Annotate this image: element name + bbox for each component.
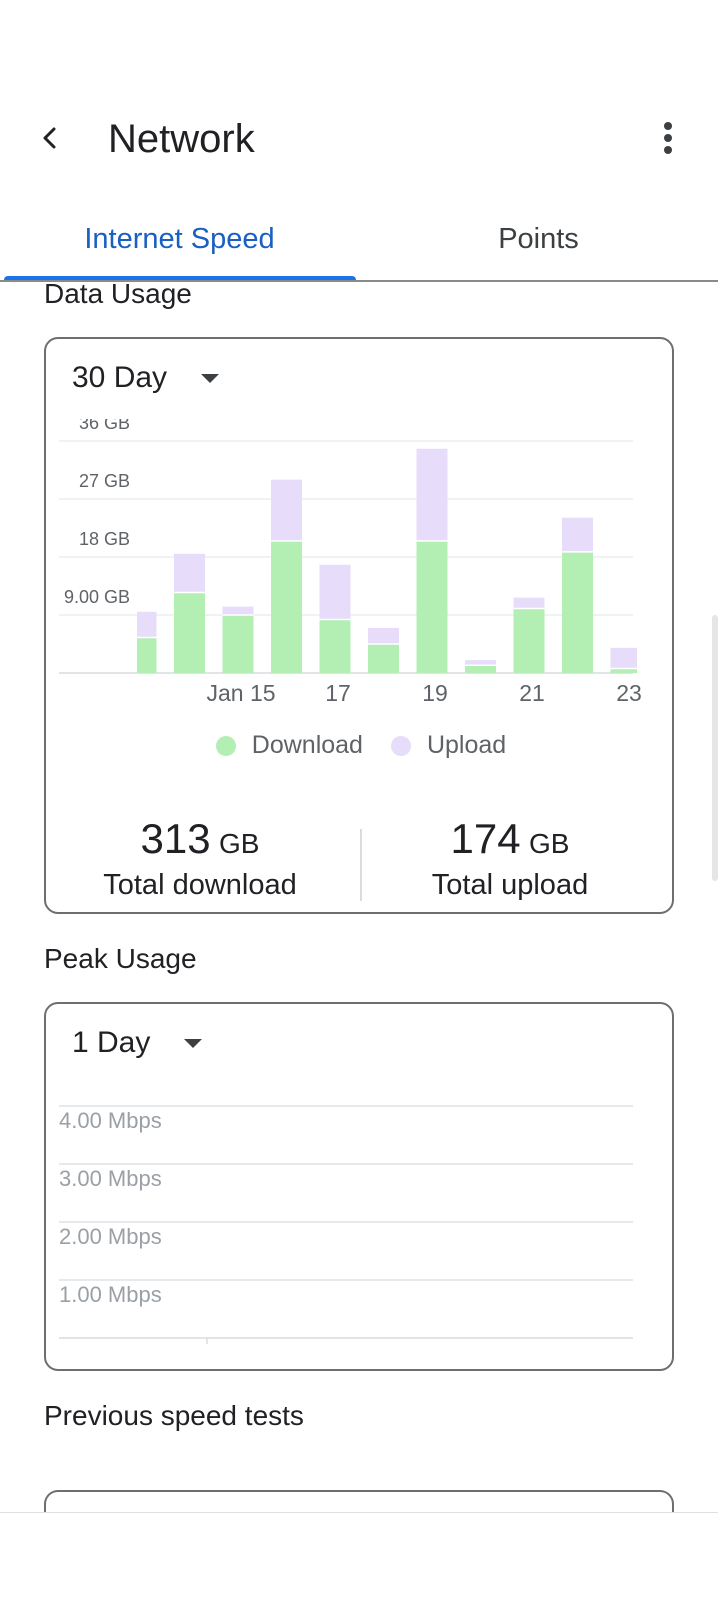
download-bar[interactable] xyxy=(271,540,302,673)
tab-internet-speed[interactable]: Internet Speed xyxy=(0,200,359,278)
download-legend-dot xyxy=(215,735,236,756)
upload-bar[interactable] xyxy=(319,564,351,620)
upload-bar[interactable] xyxy=(368,627,399,644)
dropdown-caret-icon xyxy=(201,373,220,383)
legend-item-download: Download xyxy=(215,731,363,760)
download-bar[interactable] xyxy=(174,592,205,673)
total-upload-caption: Total upload xyxy=(431,869,589,901)
upload-bar[interactable] xyxy=(126,611,157,638)
previous-tests-title: Previous speed tests xyxy=(44,1400,304,1431)
total-upload-unit: GB xyxy=(529,828,570,859)
total-download: 313 GB Total download xyxy=(50,815,350,902)
network-screen: Network Internet Speed Points Data Usage… xyxy=(0,0,718,1599)
y-tick-label: 2.00 Mbps xyxy=(59,1224,162,1249)
upload-bar[interactable] xyxy=(562,517,593,552)
tab-bar: Internet Speed Points xyxy=(0,200,718,282)
x-tick-label: 19 xyxy=(422,680,448,706)
legend-item-upload: Upload xyxy=(390,731,507,760)
tab-points[interactable]: Points xyxy=(359,200,718,278)
peak-usage-card: 1 Day 4.00 Mbps 3.00 Mbps 2.00 Mbps 1.00 Mb… xyxy=(44,1002,674,1371)
peak-usage-period-dropdown[interactable]: 1 Day xyxy=(72,1026,203,1060)
download-bar[interactable] xyxy=(222,615,254,673)
scrollbar[interactable] xyxy=(712,615,718,881)
upload-bar[interactable] xyxy=(271,479,302,541)
upload-bar[interactable] xyxy=(513,597,545,609)
upload-bar[interactable] xyxy=(222,606,254,615)
upload-bar[interactable] xyxy=(174,553,205,593)
total-upload-value: 174 xyxy=(450,815,521,862)
y-tick-label: 4.00 Mbps xyxy=(59,1108,162,1133)
x-tick-label: 21 xyxy=(519,680,545,706)
peak-usage-chart: 4.00 Mbps 3.00 Mbps 2.00 Mbps 1.00 Mbps xyxy=(59,1105,633,1344)
y-tick-label: 1.00 Mbps xyxy=(59,1282,162,1307)
download-bar[interactable] xyxy=(126,637,157,673)
download-bar[interactable] xyxy=(319,619,351,673)
y-tick-label: 36 GB xyxy=(79,419,130,433)
x-tick-label: 17 xyxy=(325,680,351,706)
data-usage-chart: 9.00 GB 18 GB 27 GB 36 GB Jan 15 17 19 21 23 xyxy=(59,419,642,706)
upload-bar[interactable] xyxy=(610,647,642,669)
peak-usage-title: Peak Usage xyxy=(44,943,197,974)
data-usage-card: 30 Day 9.00 GB 18 GB 27 GB 36 GB Jan 15 17 19… xyxy=(44,337,674,914)
app-bar: Network xyxy=(0,100,718,180)
more-vertical-icon[interactable] xyxy=(648,116,688,160)
chart-legend: Download Upload xyxy=(46,731,676,760)
dropdown-caret-icon xyxy=(184,1038,203,1048)
period-label: 30 Day xyxy=(72,361,168,394)
x-tick-label: 23 xyxy=(616,680,642,706)
total-upload: 174 GB Total upload xyxy=(360,815,660,902)
download-bar[interactable] xyxy=(416,540,448,673)
upload-bar[interactable] xyxy=(416,448,448,541)
download-bar[interactable] xyxy=(562,551,593,673)
data-usage-period-dropdown[interactable]: 30 Day xyxy=(72,361,220,395)
legend-upload-label: Upload xyxy=(426,731,507,759)
back-arrow-icon[interactable] xyxy=(30,118,70,158)
total-download-unit: GB xyxy=(219,828,260,859)
period-label: 1 Day xyxy=(72,1026,151,1059)
x-tick-label: Jan 15 xyxy=(206,680,275,706)
download-bar[interactable] xyxy=(465,665,496,673)
y-tick-label: 18 GB xyxy=(79,529,130,549)
upload-bar[interactable] xyxy=(465,660,496,666)
total-download-caption: Total download xyxy=(103,869,297,901)
y-tick-label: 3.00 Mbps xyxy=(59,1166,162,1191)
page-title: Network xyxy=(108,117,255,161)
total-download-value: 313 xyxy=(140,815,211,862)
upload-legend-dot xyxy=(390,735,411,756)
y-tick-label: 27 GB xyxy=(79,471,130,491)
download-bar[interactable] xyxy=(513,608,545,673)
legend-download-label: Download xyxy=(251,731,363,759)
data-usage-title: Data Usage xyxy=(44,278,192,309)
download-bar[interactable] xyxy=(368,644,399,673)
bottom-navigation-area xyxy=(0,1512,718,1599)
y-tick-label: 9.00 GB xyxy=(64,587,130,607)
